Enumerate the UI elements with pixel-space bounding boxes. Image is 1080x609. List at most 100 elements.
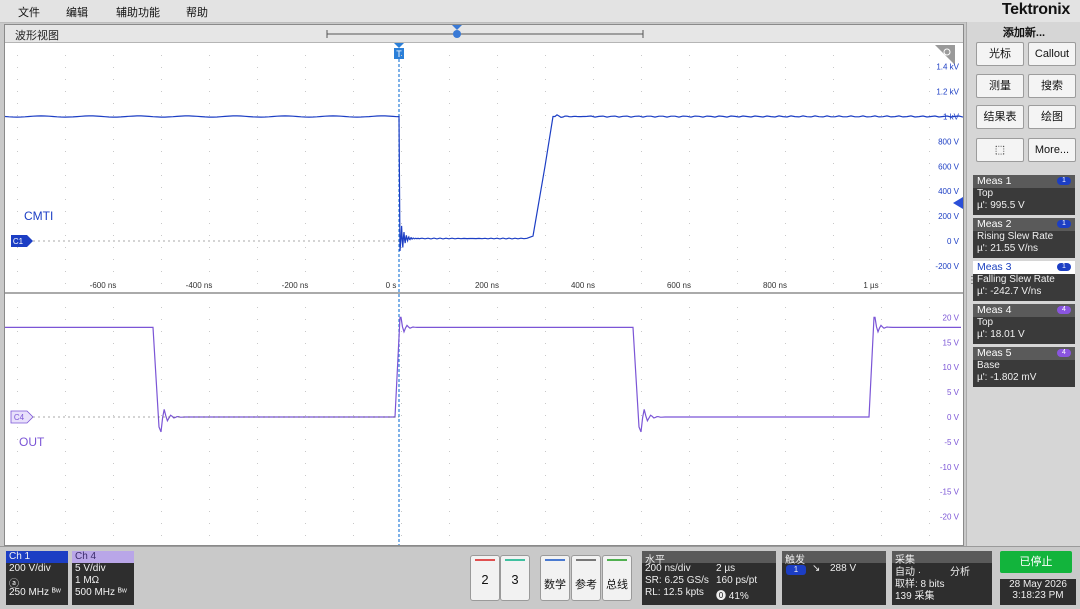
plot-button[interactable]: 绘图 [1028,105,1076,129]
ch1-volt-tick-label: 800 V [938,137,960,146]
meas-value: µ': 18.01 V [977,329,1025,340]
acquisition-analyze: 分析 [950,567,970,578]
ch1-voltage-axis: 1.4 kV1.2 kV1 kV800 V600 V400 V200 V0 V-… [935,63,959,271]
meas-name: Meas 4 [977,304,1012,316]
math-button[interactable]: 数学 [540,555,570,601]
trigger-marker-label: T [396,49,402,59]
sample-rate: SR: 6.25 GS/s [645,575,709,586]
ch4-volt-tick-label: 5 V [947,388,960,397]
menu-bar: 文件 编辑 辅助功能 帮助 Tektronix [0,0,1080,23]
meas-3-badge[interactable]: Meas 3 1 Falling Slew Rate µ': -242.7 V/… [973,261,1075,301]
meas-1-badge[interactable]: Meas 1 1 Top µ': 995.5 V [973,175,1075,215]
record-length: RL: 12.5 kpts [645,587,704,598]
time-tick-label: -600 ns [90,281,117,290]
ch1-settings-badge[interactable]: Ch 1 200 V/div ⓐ 250 MHz ᴮʷ [6,551,68,605]
ch4-bandwidth: 500 MHz ᴮʷ [75,587,127,598]
meas-source-badge: 4 [1057,349,1071,357]
date-time-display[interactable]: 28 May 2026 3:18:23 PM [1000,579,1076,605]
ch1-waveform [5,114,963,252]
panel-resize-handle[interactable]: ⋮ [967,275,977,286]
ch4-volt-tick-label: -5 V [944,438,959,447]
horizontal-record-time: 2 µs [716,563,736,574]
meas-name: Meas 2 [977,218,1012,230]
meas-source-badge: 1 [1057,177,1071,185]
time-axis: -600 ns -400 ns -200 ns 0 s 200 ns 400 ns 600 … [90,281,879,290]
acquisition-count: 139 采集 [895,591,935,602]
ch4-label: OUT [19,435,45,449]
zoom-icon-button[interactable]: ⬚ [976,138,1024,162]
trigger-level: 288 V [830,563,857,574]
menu-utility[interactable]: 辅助功能 [116,4,160,20]
horizontal-position: ⓿ 41% [716,591,749,602]
overview-position-handle[interactable] [453,30,461,38]
trigger-position-marker[interactable]: T [394,43,404,59]
meas-source-badge: 1 [1057,220,1071,228]
ch1-volt-tick-label: 0 V [947,237,960,246]
ch4-volt-tick-label: 15 V [943,338,960,347]
add-new-header: 添加新... [1002,27,1046,39]
settings-bar: Ch 1 200 V/div ⓐ 250 MHz ᴮʷ Ch 4 5 V/div… [0,546,1080,609]
meas-type: Base [977,360,1000,371]
ref-button[interactable]: 参考 [571,555,601,601]
search-button[interactable]: 搜索 [1028,74,1076,98]
time: 3:18:23 PM [1012,590,1064,601]
ch1-volt-tick-label: 1.4 kV [936,63,959,72]
record-overview[interactable] [326,25,644,38]
ch4-scale: 5 V/div [75,563,106,574]
ch1-volt-tick-label: 600 V [938,162,960,171]
meas-name: Meas 3 [977,261,1012,273]
time-tick-label: 1 µs [863,281,878,290]
trigger-source-badge: 1 [786,565,806,575]
time-per-point: 160 ps/pt [716,575,758,586]
meas-name: Meas 1 [977,175,1012,187]
callout-button[interactable]: Callout [1028,42,1076,66]
horizontal-scale: 200 ns/div [645,563,691,574]
ch1-volt-tick-label: 400 V [938,187,960,196]
add-ch3-button[interactable]: 3 [500,555,530,601]
ch4-title: Ch 4 [75,551,97,562]
meas-name: Meas 5 [977,347,1012,359]
horizontal-settings-badge[interactable]: 水平 200 ns/div 2 µs SR: 6.25 GS/s 160 ps/… [642,551,776,605]
cursor-button[interactable]: 光标 [976,42,1024,66]
meas-source-badge: 1 [1057,263,1071,271]
meas-type: Falling Slew Rate [977,274,1055,285]
waveform-view[interactable]: 波形视图 T -600 ns -400 ns -200 ns 0 s 200 ns 400… [4,24,964,546]
menu-help[interactable]: 帮助 [186,4,208,20]
meas-type: Top [977,317,994,328]
ch4-voltage-axis: 20 V 15 V 10 V 5 V 0 V -5 V -10 V -15 V -20 V [940,313,960,521]
ch4-volt-tick-label: -20 V [940,513,960,522]
ch1-badge[interactable]: C1 [11,235,33,247]
ch4-volt-tick-label: 10 V [943,363,960,372]
meas-value: µ': -1.802 mV [977,372,1037,383]
meas-5-badge[interactable]: Meas 5 4 Base µ': -1.802 mV [973,347,1075,387]
meas-source-badge: 4 [1057,306,1071,314]
ch4-waveform [5,316,961,433]
waveform-plot[interactable]: T -600 ns -400 ns -200 ns 0 s 200 ns 400 ns 60… [5,25,963,545]
upper-graticule [17,55,930,284]
ch4-volt-tick-label: 0 V [947,413,960,422]
time-tick-label: 0 s [386,281,397,290]
trigger-settings-badge[interactable]: 触发 1 ↘ 288 V [782,551,886,605]
more-button[interactable]: More... [1028,138,1076,162]
svg-text:C4: C4 [14,413,25,422]
run-stop-button[interactable]: 已停止 [1000,551,1072,573]
add-ch2-button[interactable]: 2 [470,555,500,601]
bus-button[interactable]: 总线 [602,555,632,601]
ch1-volt-tick-label: 200 V [938,212,960,221]
meas-2-badge[interactable]: Meas 2 1 Rising Slew Rate µ': 21.55 V/ns [973,218,1075,258]
ch1-volt-tick-label: -200 V [935,262,959,271]
trigger-slope-icon: ↘ [812,563,821,574]
meas-4-badge[interactable]: Meas 4 4 Top µ': 18.01 V [973,304,1075,344]
time-tick-label: 200 ns [475,281,499,290]
measure-button[interactable]: 测量 [976,74,1024,98]
ch4-settings-badge[interactable]: Ch 4 5 V/div 1 MΩ 500 MHz ᴮʷ [72,551,134,605]
meas-value: µ': 995.5 V [977,200,1025,211]
acquisition-settings-badge[interactable]: 采集 自动 · 分析 取样: 8 bits 139 采集 [892,551,992,605]
menu-file[interactable]: 文件 [18,4,40,20]
ch4-badge[interactable]: C4 [10,410,34,424]
ch4-volt-tick-label: 20 V [943,313,960,322]
ch1-bandwidth: 250 MHz ᴮʷ [9,587,61,598]
ch1-scale: 200 V/div [9,563,51,574]
menu-edit[interactable]: 编辑 [66,4,88,20]
results-table-button[interactable]: 结果表 [976,105,1024,129]
